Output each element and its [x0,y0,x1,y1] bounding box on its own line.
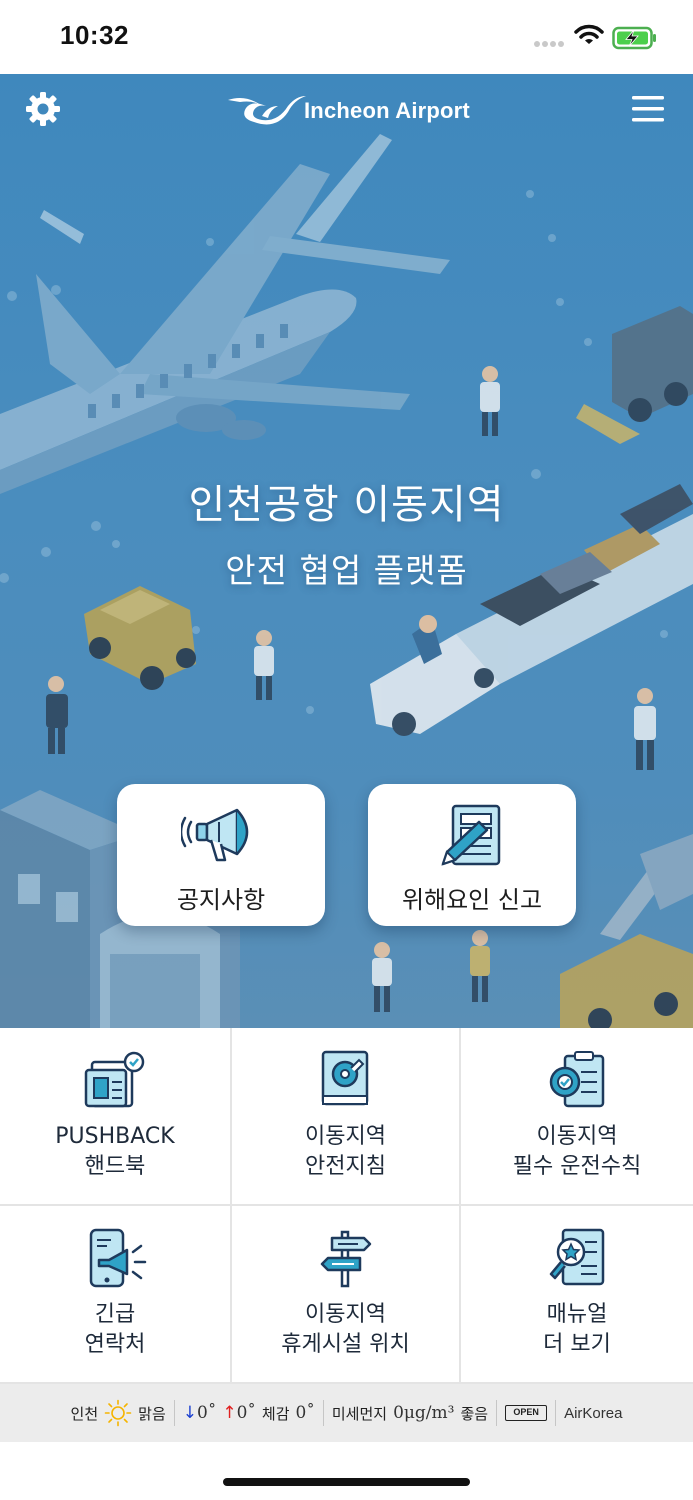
weather-location: 인천 맑음 [71,1399,166,1427]
hamburger-menu-icon[interactable] [630,94,666,124]
menu-label-line2: 핸드북 [84,1154,146,1179]
logo-text: Incheon Airport [304,98,470,123]
wifi-icon [574,24,604,44]
menu-label-line1: PUSHBACK [55,1124,175,1149]
high-temp: 0˚ [236,1403,256,1423]
forklift-illustration [576,306,693,444]
divider [322,1400,324,1426]
safety-guide-icon [321,1050,368,1106]
menu-emergency-contacts[interactable]: 긴급연락처 [0,1206,232,1384]
high-temp-arrow-icon: ↑ [222,1403,237,1423]
report-pen-icon [441,804,501,866]
menu-driving-rules[interactable]: 이동지역필수 운전수칙 [461,1028,693,1206]
fine-dust-label: 미세먼지 [331,1404,388,1423]
manual-search-icon [549,1228,605,1286]
feels-like-temp: 0˚ [295,1403,315,1423]
menu-label-line2: 필수 운전수칙 [512,1154,642,1179]
menu-label-line1: 매뉴얼 [546,1302,608,1327]
battery-charging-icon [612,26,656,50]
menu-grid: PUSHBACK 핸드북 이동지역 안전지침 이동지역 필수 운전수칙 긴급 연… [0,1028,693,1384]
weather-bar: 인천 맑음 ↓ 0˚ ↑ 0˚ 체감 0˚ 미세먼지 0μg/m³ 좋음 OPE… [0,1384,693,1442]
top-navigation: Incheon Airport [0,74,693,144]
open-data-badge: OPEN [505,1405,548,1421]
menu-label-line1: 이동지역 [305,1302,386,1327]
notice-label: 공지사항 [176,886,266,914]
status-bar: 10:32 [0,0,693,74]
cellular-signal-icon [534,41,564,47]
fine-dust-status: 좋음 [460,1404,489,1423]
weather-condition: 맑음 [138,1404,166,1423]
driving-rules-icon [549,1051,605,1108]
menu-more-manuals[interactable]: 매뉴얼더 보기 [461,1206,693,1384]
sun-icon [104,1399,132,1427]
weather-city: 인천 [70,1404,99,1423]
megaphone-icon [181,808,249,862]
menu-label-line1: 이동지역 [536,1124,618,1149]
menu-rest-facilities[interactable]: 이동지역휴게시설 위치 [232,1206,461,1384]
menu-label-line2: 연락처 [84,1332,146,1357]
menu-label-line1: 이동지역 [305,1124,386,1149]
feels-like-label: 체감 [261,1404,290,1423]
signpost-icon [320,1230,371,1288]
divider [555,1400,557,1426]
data-source-label: AirKorea [564,1404,623,1422]
airplane-illustration [0,134,450,494]
hero-title: 인천공항 이동지역 [188,482,505,528]
hazard-report-label: 위해요인 신고 [401,886,543,914]
status-time: 10:32 [60,20,129,50]
hero-banner: Incheon Airport 인천공항 이동지역 안전 협업 플랫폼 공지사항 [0,74,693,1028]
jeep-illustration [84,586,196,690]
notice-button[interactable]: 공지사항 [117,784,325,926]
menu-label-line1: 긴급 [94,1302,136,1327]
handbook-icon [84,1051,145,1108]
fine-dust-value: 0μg/m³ [393,1403,455,1423]
home-indicator[interactable] [223,1478,470,1486]
fine-dust: 미세먼지 0μg/m³ 좋음 [332,1403,488,1424]
menu-pushback-handbook[interactable]: PUSHBACK 핸드북 [0,1028,232,1206]
low-temp-arrow-icon: ↓ [182,1403,198,1423]
divider [173,1400,175,1426]
low-temp: 0˚ [197,1403,217,1423]
gear-icon[interactable] [24,90,62,128]
hero-subtitle: 안전 협업 플랫폼 [225,551,468,590]
cargo-loader-illustration [560,834,693,1028]
weather-temperature: ↓ 0˚ ↑ 0˚ 체감 0˚ [183,1403,315,1424]
emergency-phone-icon [89,1228,147,1288]
incheon-airport-logo-icon [228,96,306,125]
incheon-airport-logo: Incheon Airport [226,92,470,130]
menu-label-line2: 안전지침 [305,1154,386,1179]
menu-label-line2: 더 보기 [543,1332,611,1357]
menu-safety-guidelines[interactable]: 이동지역안전지침 [232,1028,461,1206]
divider [496,1400,498,1426]
hazard-report-button[interactable]: 위해요인 신고 [368,784,576,926]
menu-label-line2: 휴게시설 위치 [281,1332,410,1357]
